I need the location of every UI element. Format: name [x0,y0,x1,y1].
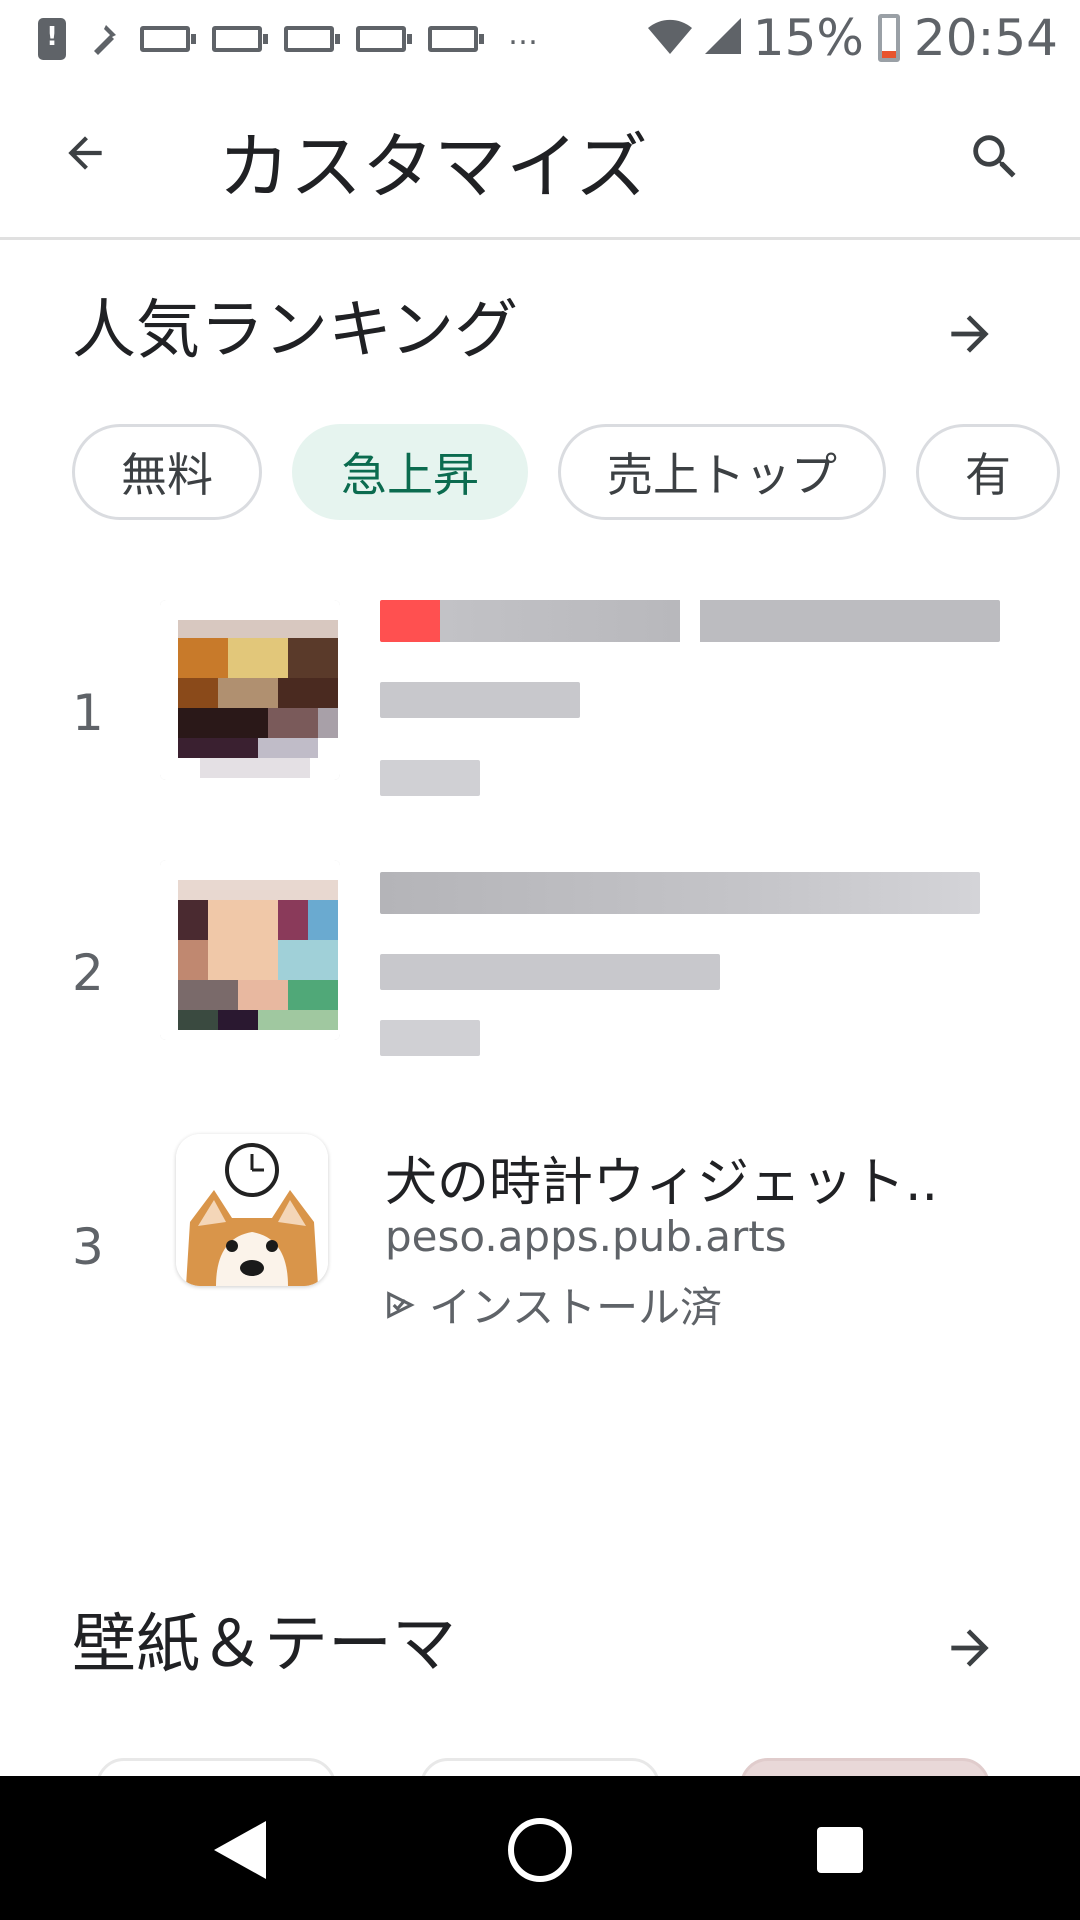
search-icon [973,135,1016,178]
install-status-label: インストール済 [429,1283,723,1332]
wallpaper-cards-peek [0,1752,1080,1776]
install-status: インストール済 [385,1274,722,1335]
rank-number: 2 [72,944,104,1002]
ranking-more-button[interactable] [940,304,1000,364]
page-title: カスタマイズ [218,125,648,209]
blurred-status [380,1020,480,1056]
notification-box-icon [428,26,484,52]
app-icon [160,860,340,1040]
clock: 20:54 [913,9,1058,67]
ranking-item[interactable]: 2 [0,860,1080,1100]
ranking-section-header[interactable]: 人気ランキング [72,286,1012,376]
installed-check-icon [387,1290,415,1319]
status-bar: … 15% 20:54 [0,0,1080,78]
blurred-status [380,760,480,796]
nav-recents-button[interactable] [800,1810,880,1890]
nav-back-icon [214,1821,266,1879]
signal-icon [703,16,743,60]
app-name: 犬の時計ウィジェット.. [385,1153,939,1213]
app-bar: カスタマイズ [0,78,1080,240]
app-icon [176,1134,328,1286]
blurred-developer [380,682,580,718]
search-button[interactable] [960,122,1030,192]
notification-box-icon [356,26,412,52]
alert-icon [38,18,66,60]
nav-home-icon [508,1818,572,1882]
navigation-bar [0,1776,1080,1920]
blurred-developer [380,954,720,990]
tool-icon [88,21,118,57]
battery-percent: 15% [752,9,864,67]
nav-recents-icon [817,1827,863,1873]
app-icon [160,600,340,780]
rank-number: 3 [72,1218,104,1276]
app-developer: peso.apps.pub.arts [385,1212,787,1261]
chip-top-grossing[interactable]: 売上トップ [558,424,886,520]
nav-home-button[interactable] [500,1810,580,1890]
chip-trending[interactable]: 急上昇 [292,424,528,520]
chip-free[interactable]: 無料 [72,424,262,520]
wifi-icon [647,16,693,60]
back-button[interactable] [50,118,120,188]
wallpaper-card[interactable] [96,1758,336,1776]
ranking-item[interactable]: 3 犬の時計ウィジェット.. peso.apps.pub.arts インストール… [0,1134,1080,1374]
blurred-app-name [380,872,980,914]
notification-box-icon [140,26,196,52]
more-notifications-icon: … [508,16,540,52]
chip-paid[interactable]: 有 [916,424,1060,520]
notification-box-icon [284,26,340,52]
wallpaper-title: 壁紙＆テーマ [72,1608,456,1682]
ranking-title: 人気ランキング [72,294,519,368]
notification-icons: … [38,14,540,64]
ranking-filter-chips: 無料 急上昇 売上トップ有 [72,424,1080,520]
arrow-right-icon [951,1629,989,1667]
wallpaper-more-button[interactable] [940,1618,1000,1678]
arrow-right-icon [951,315,989,353]
notification-box-icon [212,26,268,52]
wallpaper-card[interactable] [420,1758,660,1776]
nav-back-button[interactable] [200,1810,280,1890]
ranking-item[interactable]: 1 [0,600,1080,840]
battery-icon [877,14,900,62]
arrow-left-icon [68,136,102,170]
blurred-app-name [380,600,1000,642]
wallpaper-card[interactable] [740,1758,990,1776]
wallpaper-section-header[interactable]: 壁紙＆テーマ [72,1600,1012,1690]
rank-number: 1 [72,684,104,742]
